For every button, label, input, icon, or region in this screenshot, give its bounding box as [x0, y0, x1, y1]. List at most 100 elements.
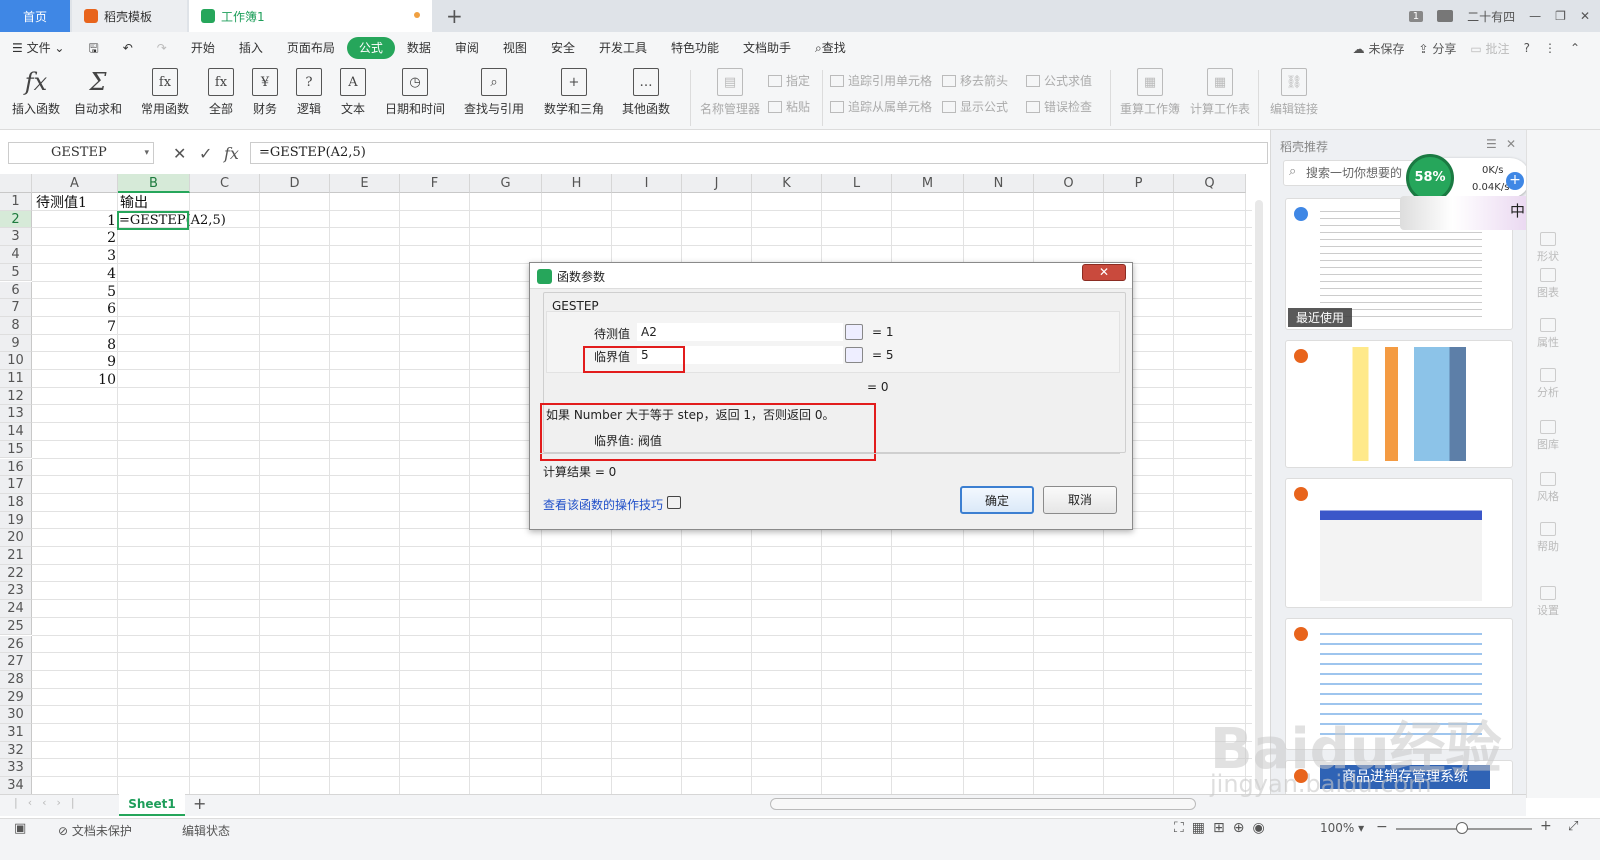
logic-button[interactable]: ? 逻辑 — [296, 68, 322, 117]
column-header[interactable]: P — [1104, 174, 1174, 193]
side-shape[interactable]: 形状 — [1530, 232, 1566, 264]
row-header[interactable]: 29 — [0, 688, 32, 707]
column-header[interactable]: D — [260, 174, 330, 193]
cell-a8[interactable]: 7 — [32, 318, 116, 336]
row-header[interactable]: 19 — [0, 511, 32, 530]
menu-developer[interactable]: 开发工具 — [587, 37, 659, 59]
row-header[interactable]: 13 — [0, 405, 32, 424]
add-sheet-button[interactable]: + — [193, 794, 206, 813]
window-mode-icon[interactable]: ▣ — [14, 821, 26, 836]
undo-icon[interactable]: ↶ — [111, 37, 145, 59]
dialog-close-button[interactable]: ✕ — [1082, 264, 1126, 281]
remove-arrows-button[interactable]: 移去箭头 — [942, 72, 1008, 89]
row-header[interactable]: 24 — [0, 600, 32, 618]
row-header[interactable]: 10 — [0, 352, 32, 370]
confirm-icon[interactable]: ✓ — [199, 144, 212, 163]
row-header[interactable]: 14 — [0, 423, 32, 441]
side-chart[interactable]: 图表 — [1530, 268, 1566, 300]
column-header[interactable]: J — [682, 174, 752, 193]
dialog-titlebar[interactable] — [530, 263, 1132, 289]
name-box[interactable]: GESTEP — [8, 142, 154, 164]
cell-a11[interactable]: 10 — [32, 371, 116, 389]
fx-icon[interactable]: fx — [224, 144, 239, 163]
menu-data[interactable]: 数据 — [395, 37, 443, 59]
collapse-dialog-icon[interactable] — [845, 347, 863, 363]
trace-precedents-button[interactable]: 追踪引用单元格 — [830, 72, 932, 89]
row-header[interactable]: 25 — [0, 617, 32, 636]
vertical-scrollbar[interactable] — [1255, 200, 1263, 790]
ime-indicator[interactable]: 中 — [1510, 200, 1525, 221]
define-button[interactable]: 指定 — [768, 72, 810, 89]
column-header[interactable]: M — [892, 174, 964, 193]
evaluate-formula-button[interactable]: 公式求值 — [1026, 72, 1092, 89]
row-header[interactable]: 21 — [0, 547, 32, 565]
sheet-tab-sheet1[interactable]: Sheet1 — [119, 794, 185, 816]
cancel-icon[interactable]: ✕ — [173, 144, 186, 163]
help-icon[interactable]: ? — [1524, 41, 1530, 55]
row-header[interactable]: 5 — [0, 263, 32, 282]
other-functions-button[interactable]: … 其他函数 — [622, 68, 670, 117]
cell-a5[interactable]: 4 — [32, 265, 116, 283]
row-header[interactable]: 6 — [0, 281, 32, 300]
collapse-icon[interactable]: ⌃ — [1570, 41, 1580, 55]
help-link[interactable]: 查看该函数的操作技巧 — [543, 496, 663, 513]
row-header[interactable]: 33 — [0, 759, 32, 778]
row-header[interactable]: 31 — [0, 724, 32, 742]
trace-dependents-button[interactable]: 追踪从属单元格 — [830, 98, 932, 115]
row-header[interactable]: 27 — [0, 653, 32, 671]
comment-button[interactable]: ▭ 批注 — [1470, 40, 1509, 57]
menu-review[interactable]: 审阅 — [443, 37, 491, 59]
insert-function-button[interactable]: fx 插入函数 — [12, 68, 60, 117]
column-header[interactable]: A — [32, 174, 118, 193]
horizontal-scrollbar[interactable] — [770, 798, 1196, 810]
restore-icon[interactable]: ❐ — [1555, 9, 1566, 23]
tab-home[interactable]: 首页 — [0, 0, 70, 32]
column-header[interactable]: L — [822, 174, 892, 193]
show-formulas-button[interactable]: 显示公式 — [942, 98, 1008, 115]
menu-special[interactable]: 特色功能 — [659, 37, 731, 59]
row-header[interactable]: 7 — [0, 299, 32, 317]
column-header[interactable]: K — [752, 174, 822, 193]
row-header[interactable]: 32 — [0, 741, 32, 760]
column-header[interactable]: G — [470, 174, 542, 193]
tab-template[interactable]: 稻壳模板 — [72, 0, 187, 32]
panel-close-icon[interactable]: ✕ — [1506, 137, 1516, 151]
row-header[interactable]: 17 — [0, 476, 32, 494]
zoom-level[interactable]: 100% ▾ — [1320, 821, 1364, 835]
column-header[interactable]: I — [612, 174, 682, 193]
row-header[interactable]: 30 — [0, 706, 32, 724]
cancel-button[interactable]: 取消 — [1043, 486, 1117, 514]
row-header[interactable]: 4 — [0, 246, 32, 264]
finance-button[interactable]: ¥ 财务 — [252, 68, 278, 117]
row-header[interactable]: 20 — [0, 529, 32, 547]
error-check-button[interactable]: 错误检查 — [1026, 98, 1092, 115]
column-header[interactable]: N — [964, 174, 1034, 193]
unsaved-button[interactable]: ☁ 未保存 — [1353, 40, 1405, 57]
cell-a9[interactable]: 8 — [32, 336, 116, 354]
column-header[interactable]: F — [400, 174, 470, 193]
zoom-slider-thumb[interactable] — [1456, 822, 1468, 834]
cell-a6[interactable]: 5 — [32, 283, 116, 301]
panel-menu-icon[interactable]: ☰ — [1486, 137, 1497, 151]
column-header[interactable]: Q — [1174, 174, 1246, 193]
save-icon[interactable]: 🖫 — [76, 37, 110, 59]
row-header[interactable]: 8 — [0, 316, 32, 335]
column-header[interactable]: H — [542, 174, 612, 193]
redo-icon[interactable]: ↷ — [145, 37, 179, 59]
close-icon[interactable]: ✕ — [1580, 9, 1590, 23]
menu-insert[interactable]: 插入 — [227, 37, 275, 59]
menu-security[interactable]: 安全 — [539, 37, 587, 59]
view-mode-icons[interactable]: ⛶▦⊞⊕◉ — [1174, 820, 1273, 836]
minimize-icon[interactable]: — — [1529, 9, 1541, 23]
lookup-button[interactable]: ⌕ 查找与引用 — [464, 68, 524, 117]
side-gallery[interactable]: 图库 — [1530, 420, 1566, 452]
name-manager-button[interactable]: ▤ 名称管理器 — [700, 68, 760, 117]
recalc-workbook-button[interactable]: ▦ 重算工作簿 — [1120, 68, 1180, 117]
template-card[interactable] — [1285, 478, 1513, 608]
arg-number-input[interactable]: A2 — [637, 323, 843, 341]
menu-formulas[interactable]: 公式 — [346, 37, 395, 59]
row-header[interactable]: 9 — [0, 334, 32, 353]
row-header[interactable]: 15 — [0, 440, 32, 459]
row-header[interactable]: 1 — [0, 193, 32, 211]
edit-links-button[interactable]: ⛓ 编辑链接 — [1270, 68, 1318, 117]
